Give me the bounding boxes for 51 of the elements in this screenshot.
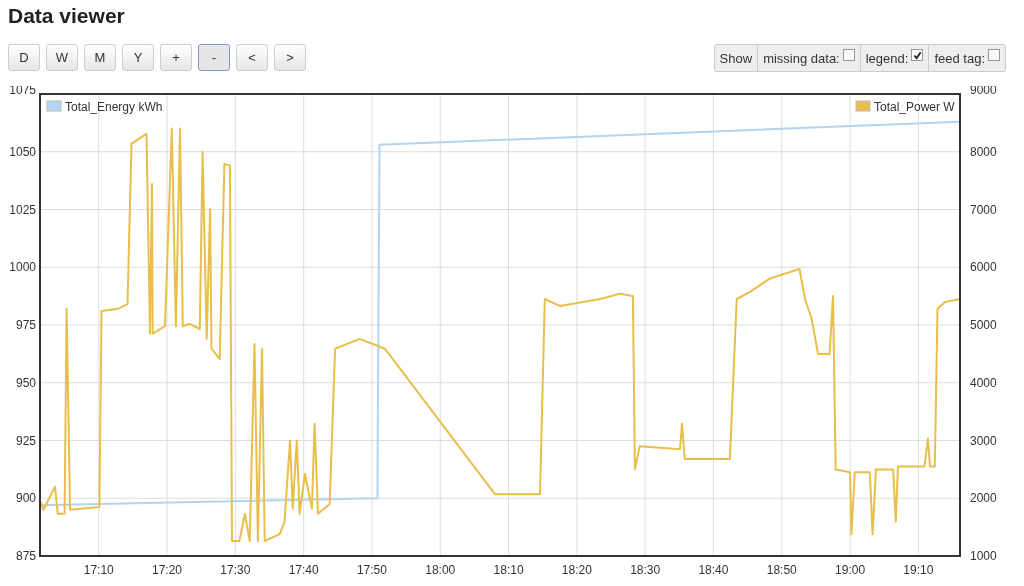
- range-button[interactable]: <: [236, 44, 268, 71]
- range-button[interactable]: W: [46, 44, 78, 71]
- tick-label: 19:10: [903, 563, 934, 577]
- option-label: legend:: [865, 50, 909, 66]
- checkbox[interactable]: [988, 49, 1000, 61]
- tick-label: 5000: [970, 318, 997, 332]
- tick-label: 1050: [9, 144, 36, 159]
- tick-label: 925: [15, 433, 36, 448]
- tick-label: 18:00: [425, 563, 456, 577]
- show-label: Show: [718, 49, 754, 68]
- tick-label: 900: [15, 491, 36, 506]
- tick-label: 17:40: [288, 563, 319, 577]
- tick-label: 18:20: [561, 563, 592, 577]
- legend-swatch: [46, 100, 62, 112]
- range-button[interactable]: D: [8, 44, 40, 71]
- range-button[interactable]: >: [274, 44, 306, 71]
- tick-label: 7000: [970, 202, 997, 217]
- tick-label: 975: [15, 318, 36, 332]
- range-button[interactable]: +: [160, 44, 192, 71]
- tick-label: 17:10: [83, 563, 114, 577]
- tick-label: 8000: [970, 144, 997, 159]
- range-button[interactable]: -: [198, 44, 230, 71]
- tick-label: 875: [15, 549, 36, 563]
- tick-label: 17:20: [152, 563, 183, 577]
- tick-label: 18:30: [630, 563, 661, 577]
- tick-label: 4000: [970, 375, 997, 390]
- tick-label: 6000: [970, 260, 997, 275]
- checkbox[interactable]: [842, 49, 855, 61]
- legend-label: Total_Power W: [874, 100, 955, 114]
- legend-label: Total_Energy kWh: [65, 100, 163, 114]
- tick-label: 18:10: [493, 563, 524, 577]
- tick-label: 1000: [9, 260, 36, 275]
- tick-label: 1000: [970, 549, 997, 563]
- legend-swatch: [855, 100, 871, 112]
- option-label: missing data:: [763, 50, 840, 66]
- tick-label: 17:50: [356, 563, 387, 577]
- tick-label: 1075: [9, 86, 36, 97]
- option-label: feed tag:: [934, 50, 985, 66]
- tick-label: 950: [15, 375, 36, 390]
- range-button[interactable]: M: [84, 44, 116, 71]
- tick-label: 17:30: [220, 563, 251, 577]
- tick-label: 18:50: [766, 563, 797, 577]
- tick-label: 18:40: [698, 563, 729, 577]
- tick-label: 1025: [9, 202, 36, 217]
- checkbox[interactable]: [911, 49, 924, 61]
- tick-label: 2000: [970, 491, 997, 506]
- tick-label: 9000: [970, 86, 997, 97]
- tick-label: 19:00: [835, 563, 866, 577]
- range-button[interactable]: Y: [122, 44, 154, 71]
- page-title: Data viewer: [7, 3, 126, 29]
- tick-label: 3000: [970, 433, 997, 448]
